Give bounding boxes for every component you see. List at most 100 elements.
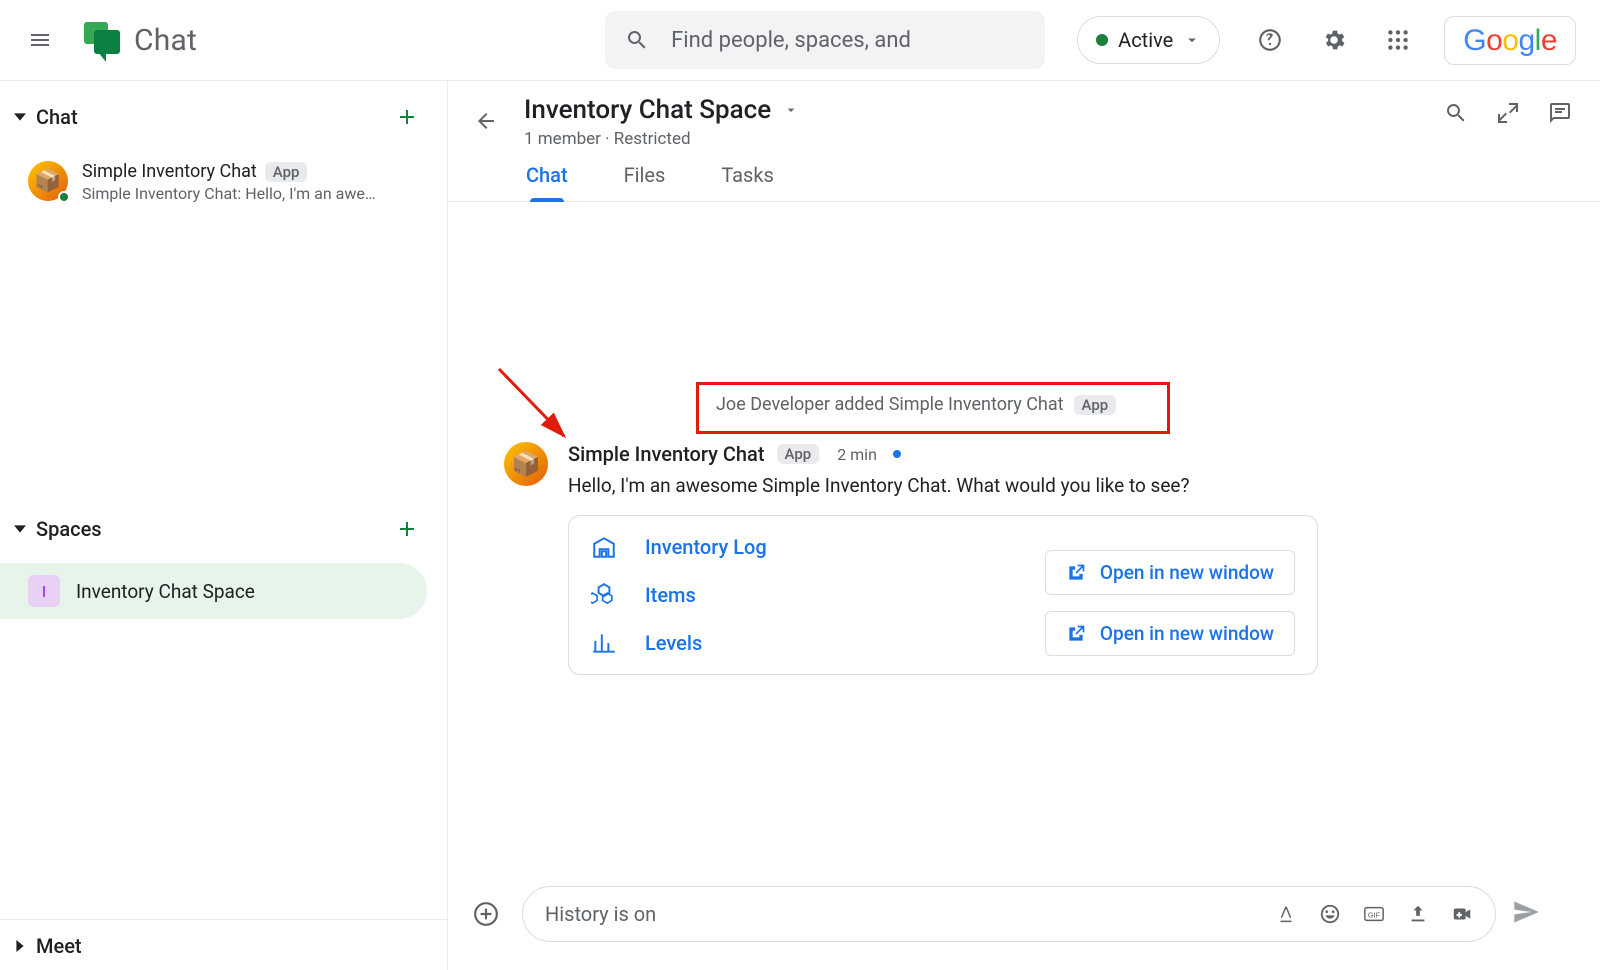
status-label: Active [1118,28,1173,52]
topbar: Chat Find people, spaces, and Active Goo… [0,0,1600,80]
space-subtitle: 1 member · Restricted [524,129,799,149]
settings-button[interactable] [1312,18,1356,62]
warehouse-icon [591,534,617,560]
emoji-icon[interactable] [1319,903,1341,925]
spaces-section-title: Spaces [36,517,102,541]
plus-icon [395,105,419,129]
send-button[interactable] [1512,898,1540,930]
unread-dot-icon [893,450,901,458]
header-actions [1444,101,1572,125]
upload-icon[interactable] [1407,903,1429,925]
card-action-levels[interactable]: Levels [591,630,767,656]
card-action-items[interactable]: Items [591,582,767,608]
external-link-icon [1066,563,1086,583]
meet-section-title: Meet [36,934,82,958]
open-button-label: Open in new window [1100,561,1274,584]
open-button-items[interactable]: Open in new window [1045,550,1295,595]
space-avatar-icon: I [28,575,60,607]
message-sender: Simple Inventory Chat [568,442,765,466]
status-chip[interactable]: Active [1077,16,1220,64]
plus-icon [395,517,419,541]
chat-section-title: Chat [36,105,78,129]
search-icon[interactable] [1444,101,1468,125]
space-title-button[interactable]: Inventory Chat Space [524,95,799,125]
app-badge: App [777,444,820,464]
plus-circle-icon [473,901,499,927]
compose-input[interactable]: History is on GIF [522,886,1496,942]
system-message-text: Joe Developer added Simple Inventory Cha… [716,394,1064,415]
gif-icon[interactable]: GIF [1363,903,1385,925]
compose-placeholder: History is on [545,902,1257,926]
format-icon[interactable] [1275,903,1297,925]
main: Inventory Chat Space 1 member · Restrict… [448,81,1600,970]
presence-indicator-icon [58,191,70,203]
send-icon [1512,898,1540,926]
chat-avatar-icon: 📦 [28,161,68,201]
arrow-left-icon [474,109,498,133]
sidebar: Chat 📦 Simple Inventory Chat App Simple … [0,81,448,970]
thread-panel-icon[interactable] [1548,101,1572,125]
tabs: Chat Files Tasks [448,149,1600,202]
caret-down-icon [10,519,30,539]
message-card: Inventory Log Items Levels [568,515,1318,675]
chat-app-icon [84,22,120,58]
compose-attach-button[interactable] [466,894,506,934]
hamburger-icon [28,28,52,52]
search-box[interactable]: Find people, spaces, and [605,11,1045,69]
open-button-levels[interactable]: Open in new window [1045,611,1295,656]
message: 📦 Simple Inventory Chat App 2 min Hello,… [504,442,1318,675]
caret-down-icon [10,107,30,127]
tab-tasks[interactable]: Tasks [721,163,774,201]
annotation-arrow-icon [494,364,584,454]
conversation: Joe Developer added Simple Inventory Cha… [448,202,1600,970]
apps-grid-icon [1385,27,1411,53]
new-chat-button[interactable] [385,95,429,139]
video-meet-icon[interactable] [1451,903,1473,925]
app-badge: App [1074,395,1117,415]
chat-item-simple-inventory[interactable]: 📦 Simple Inventory Chat App Simple Inven… [0,151,447,215]
app-badge: App [265,162,308,182]
tab-files[interactable]: Files [624,163,666,201]
search-placeholder: Find people, spaces, and [671,28,911,53]
collapse-icon[interactable] [1496,101,1520,125]
presence-dot-icon [1096,34,1108,46]
topbar-actions [1248,18,1420,62]
space-item-inventory[interactable]: I Inventory Chat Space [0,563,427,619]
caret-right-icon [10,936,30,956]
card-action-inventory-log[interactable]: Inventory Log [591,534,767,560]
message-text: Hello, I'm an awesome Simple Inventory C… [568,474,1288,497]
search-icon [625,28,649,52]
card-action-label: Levels [645,631,702,655]
card-action-label: Items [645,583,696,607]
space-item-name: Inventory Chat Space [76,580,255,603]
back-button[interactable] [466,101,506,141]
main-menu-button[interactable] [16,16,64,64]
bar-chart-icon [591,630,617,656]
space-title: Inventory Chat Space [524,95,771,125]
system-message: Joe Developer added Simple Inventory Cha… [716,394,1116,415]
brand: Chat [84,22,197,58]
svg-text:GIF: GIF [1368,911,1381,920]
help-button[interactable] [1248,18,1292,62]
help-icon [1257,27,1283,53]
chevron-down-icon [1183,31,1201,49]
meet-section-header[interactable]: Meet [0,920,447,970]
apps-button[interactable] [1376,18,1420,62]
external-link-icon [1066,624,1086,644]
chevron-down-icon [783,102,799,118]
card-action-label: Inventory Log [645,535,767,559]
boxes-icon [591,582,617,608]
google-logo[interactable]: Google [1444,16,1576,65]
tab-chat[interactable]: Chat [526,163,568,201]
chat-item-name: Simple Inventory Chat [82,161,257,182]
open-button-label: Open in new window [1100,622,1274,645]
body: Chat 📦 Simple Inventory Chat App Simple … [0,80,1600,970]
spaces-section-header[interactable]: Spaces [0,493,447,563]
chat-section-header[interactable]: Chat [0,81,447,151]
space-header: Inventory Chat Space 1 member · Restrict… [448,81,1600,149]
gear-icon [1321,27,1347,53]
message-timestamp: 2 min [837,445,877,464]
compose-area: History is on GIF [448,886,1600,970]
app-name: Chat [134,23,197,58]
new-space-button[interactable] [385,507,429,551]
